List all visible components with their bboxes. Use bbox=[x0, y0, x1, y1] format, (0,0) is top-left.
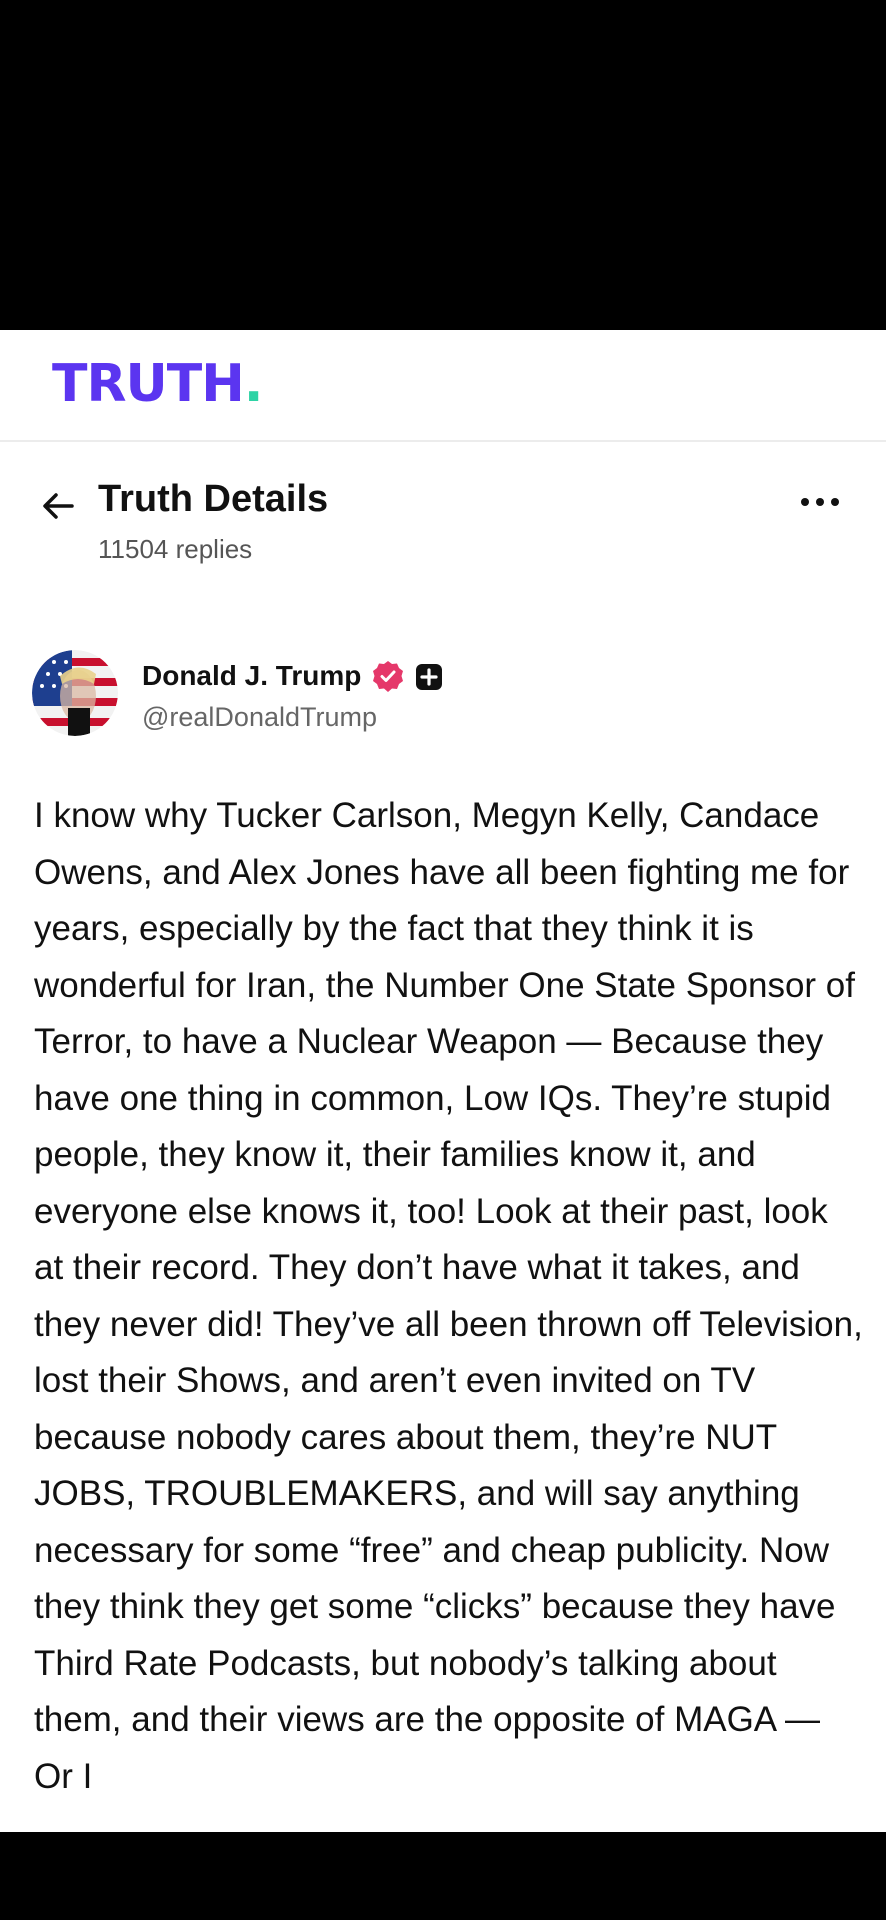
more-horizontal-icon[interactable] bbox=[796, 482, 844, 522]
reply-count: 11504 replies bbox=[98, 534, 253, 564]
author-name[interactable]: Donald J. Trump bbox=[142, 660, 361, 692]
arrow-left-icon[interactable] bbox=[38, 486, 78, 526]
post-author-row: Donald J. Trump @realDonaldTrump bbox=[0, 650, 886, 750]
truth-details-header: Truth Details 11504 replies bbox=[0, 442, 886, 564]
author-handle[interactable]: @realDonaldTrump bbox=[142, 702, 377, 733]
logo-dot: . bbox=[243, 354, 264, 414]
verified-badge-icon bbox=[373, 661, 442, 692]
app-top-bar: TRUTH. bbox=[0, 330, 886, 442]
avatar[interactable] bbox=[32, 650, 118, 736]
post-body: I know why Tucker Carlson, Megyn Kelly, … bbox=[34, 796, 873, 1796]
logo-text: TRUTH bbox=[52, 354, 245, 414]
bottom-letterbox bbox=[0, 1832, 886, 1920]
truth-logo[interactable]: TRUTH. bbox=[52, 354, 263, 414]
truth-social-screen: TRUTH. Truth Details 11504 replies Donal… bbox=[0, 330, 886, 1832]
author-badges bbox=[372, 660, 452, 694]
page-title: Truth Details bbox=[98, 478, 329, 520]
top-letterbox bbox=[0, 0, 886, 330]
plus-badge-icon bbox=[416, 664, 442, 690]
